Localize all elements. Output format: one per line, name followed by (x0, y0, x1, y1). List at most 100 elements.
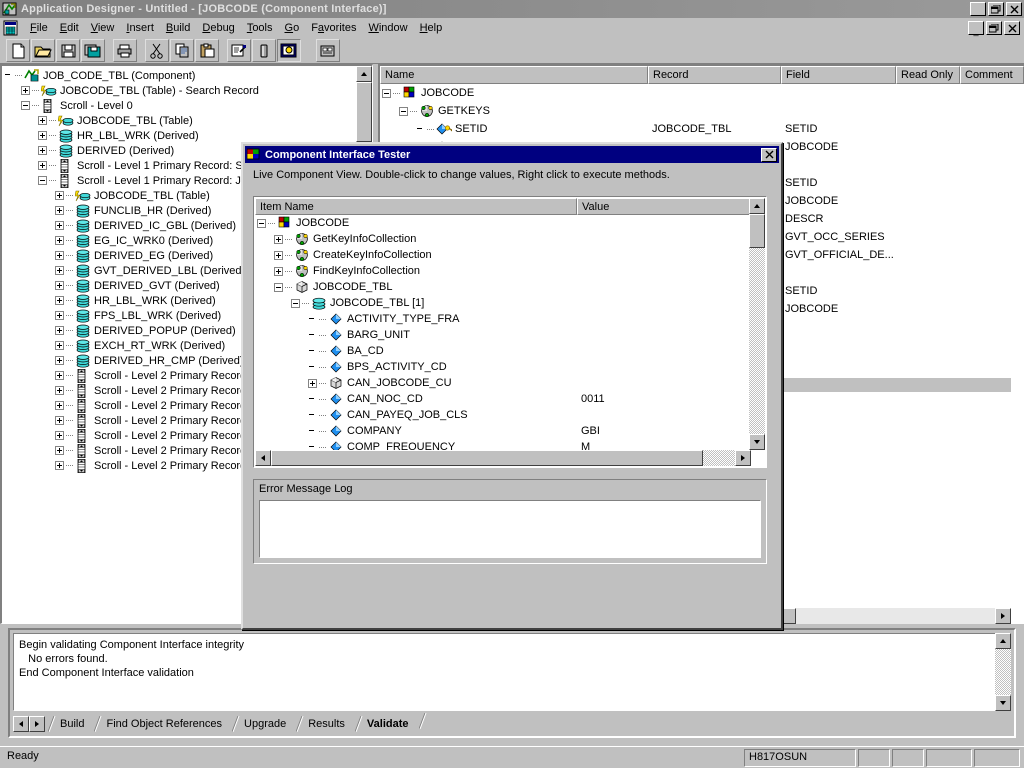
dialog-grid-row[interactable]: JOBCODE_TBL [1] (255, 295, 751, 311)
ci-column-header[interactable]: Comment (960, 66, 1024, 84)
left-scroll-thumb[interactable] (356, 82, 372, 142)
tree-node[interactable]: Scroll - Level 0 (4, 98, 372, 113)
output-scroll-down-button[interactable] (995, 695, 1011, 711)
expand-icon[interactable] (55, 206, 64, 215)
dialog-grid-row[interactable]: COMPANY GBI (255, 423, 751, 439)
dialog-grid-hscrollbar[interactable] (255, 450, 751, 466)
expand-icon[interactable] (38, 161, 47, 170)
validate-icon[interactable] (252, 39, 276, 62)
paste-icon[interactable] (195, 39, 219, 62)
expand-icon[interactable] (55, 296, 64, 305)
dialog-hscroll-thumb[interactable] (271, 450, 703, 466)
child-close-button[interactable] (1004, 21, 1020, 35)
collapse-icon[interactable] (21, 101, 30, 110)
ci-column-header[interactable]: Field (781, 66, 896, 84)
child-minimize-button[interactable]: _ (968, 21, 984, 35)
dialog-grid-row[interactable]: CAN_PAYEQ_JOB_CLS (255, 407, 751, 423)
close-button[interactable] (1006, 2, 1022, 16)
expand-icon[interactable] (55, 401, 64, 410)
expand-icon[interactable] (38, 116, 47, 125)
dialog-grid-row[interactable]: JOBCODE (255, 215, 751, 231)
dialog-grid-row[interactable]: CAN_NOC_CD 0011 (255, 391, 751, 407)
ci-hscroll-right-button[interactable] (995, 608, 1011, 624)
minimize-button[interactable]: _ (970, 2, 986, 16)
menu-insert[interactable]: Insert (120, 20, 160, 36)
dialog-vscroll-down-button[interactable] (749, 434, 765, 450)
expand-icon[interactable] (55, 356, 64, 365)
expand-icon[interactable] (55, 221, 64, 230)
expand-icon[interactable] (308, 378, 317, 388)
menu-tools[interactable]: Tools (241, 20, 279, 36)
expand-icon[interactable] (55, 371, 64, 380)
output-tab[interactable]: Upgrade (231, 715, 296, 733)
expand-icon[interactable] (55, 281, 64, 290)
ci-grid-row[interactable]: GETKEYS (380, 102, 1024, 120)
save-icon[interactable] (56, 39, 80, 62)
ci-column-header[interactable]: Record (648, 66, 781, 84)
dialog-grid-row[interactable]: BARG_UNIT (255, 327, 751, 343)
menu-view[interactable]: View (85, 20, 121, 36)
expand-icon[interactable] (55, 461, 64, 470)
menu-debug[interactable]: Debug (196, 20, 240, 36)
expand-icon[interactable] (55, 236, 64, 245)
expand-icon[interactable] (274, 266, 283, 276)
tab-next-button[interactable] (29, 716, 45, 732)
expand-icon[interactable] (274, 234, 283, 244)
dialog-item-value-cell[interactable]: GBI (577, 425, 751, 437)
ci-column-header[interactable]: Name (380, 66, 648, 84)
dialog-vscroll-thumb[interactable] (749, 214, 765, 248)
output-tabstrip[interactable]: Build Find Object References Upgrade Result… (13, 712, 431, 733)
output-tab[interactable]: Build (47, 715, 94, 733)
output-scroll-up-button[interactable] (995, 633, 1011, 649)
menu-file[interactable]: File (24, 20, 54, 36)
dialog-grid-row[interactable]: BA_CD (255, 343, 751, 359)
dialog-column-header[interactable]: Value (577, 198, 751, 215)
save-all-icon[interactable] (81, 39, 105, 62)
expand-icon[interactable] (38, 146, 47, 155)
menu-help[interactable]: Help (414, 20, 449, 36)
print-icon[interactable] (113, 39, 137, 62)
open-icon[interactable] (31, 39, 55, 62)
expand-icon[interactable] (55, 341, 64, 350)
child-restore-button[interactable] (986, 21, 1002, 35)
maximize-button[interactable] (988, 2, 1004, 16)
dialog-grid-row[interactable]: GetKeyInfoCollection (255, 231, 751, 247)
dialog-grid-row[interactable]: CreateKeyInfoCollection (255, 247, 751, 263)
dialog-grid-row[interactable]: JOBCODE_TBL (255, 279, 751, 295)
ci-column-header[interactable]: Read Only (896, 66, 960, 84)
menu-edit[interactable]: Edit (54, 20, 85, 36)
expand-icon[interactable] (55, 416, 64, 425)
live-component-view-grid[interactable]: Item Name Value JOBCODE GetKeyInfoCollecti… (253, 196, 767, 468)
dialog-grid-row[interactable]: CAN_JOBCODE_CU (255, 375, 751, 391)
dialog-grid-body[interactable]: JOBCODE GetKeyInfoCollection CreateKeyInfo… (255, 215, 751, 450)
collapse-icon[interactable] (382, 88, 391, 98)
dialog-grid-row[interactable]: FindKeyInfoCollection (255, 263, 751, 279)
dialog-hscroll-right-button[interactable] (735, 450, 751, 466)
dialog-grid-vscrollbar[interactable] (749, 198, 765, 450)
menu-go[interactable]: Go (279, 20, 306, 36)
dialog-grid-row[interactable]: BPS_ACTIVITY_CD (255, 359, 751, 375)
expand-icon[interactable] (55, 266, 64, 275)
new-icon[interactable] (6, 39, 30, 62)
output-tab[interactable]: Results (295, 715, 355, 733)
ci-grid-row[interactable]: SETID JOBCODE_TBL SETID (380, 120, 1024, 138)
output-vscrollbar[interactable] (995, 633, 1011, 711)
menu-build[interactable]: Build (160, 20, 196, 36)
output-tab[interactable]: Find Object References (94, 715, 232, 733)
collapse-icon[interactable] (291, 298, 300, 308)
tree-node[interactable]: JOB_CODE_TBL (Component) (4, 68, 372, 83)
expand-icon[interactable] (55, 446, 64, 455)
dialog-close-button[interactable] (761, 147, 777, 162)
properties-icon[interactable] (227, 39, 251, 62)
dialog-grid-row[interactable]: ACTIVITY_TYPE_FRA (255, 311, 751, 327)
collapse-icon[interactable] (38, 176, 47, 185)
expand-icon[interactable] (55, 431, 64, 440)
copy-icon[interactable] (170, 39, 194, 62)
dialog-item-value-cell[interactable]: 0011 (577, 393, 751, 405)
ci-grid-row[interactable]: JOBCODE (380, 84, 1024, 102)
dialog-item-value-cell[interactable]: M (577, 441, 751, 450)
dialog-grid-row[interactable]: COMP_FREQUENCY M (255, 439, 751, 450)
expand-icon[interactable] (55, 251, 64, 260)
expand-icon[interactable] (55, 311, 64, 320)
expand-icon[interactable] (38, 131, 47, 140)
